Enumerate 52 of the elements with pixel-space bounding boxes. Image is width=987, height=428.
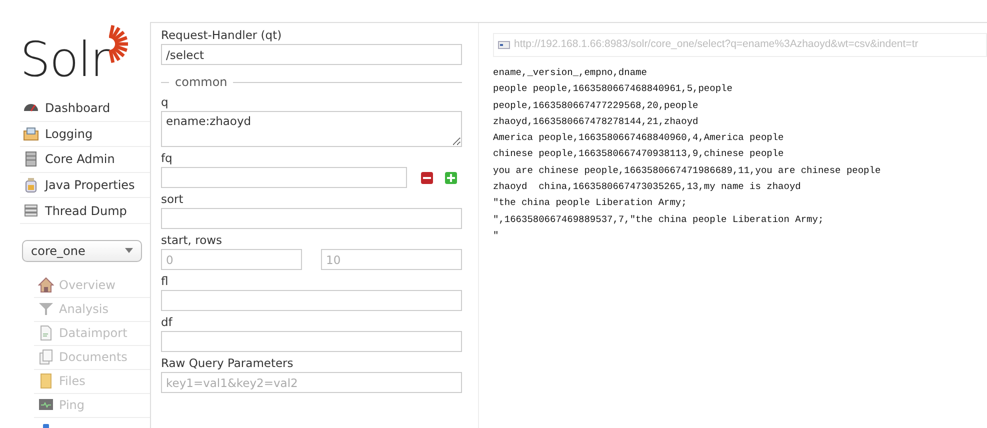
sidebar-item[interactable]: Java Properties [20,172,150,198]
result-line: people people,1663580667468840961,5,people [493,82,734,96]
caret-icon [125,248,133,254]
input-field[interactable]: 0 [161,249,302,270]
core-selector[interactable]: core_one [22,240,142,262]
input-field[interactable]: 10 [321,249,462,270]
sidebar-item[interactable]: Thread Dump [20,198,150,224]
result-line: America people,1663580667468840960,4,America people [493,131,785,146]
add-button[interactable] [445,172,457,184]
sidebar-item[interactable]: Core Admin [20,147,150,173]
field-label: df [161,316,174,329]
stack-icon [23,202,39,219]
section-legend: common [175,73,228,91]
input-field[interactable]: key1=val1&key2=val2 [161,372,462,393]
inbox-icon [23,126,39,142]
input-field[interactable]: /select [161,44,462,65]
field-label: start, rows [161,234,224,247]
plus-icon [447,174,455,182]
jar-icon [23,177,39,194]
field-label: fl [161,275,170,288]
input-field[interactable] [161,331,462,352]
folder-icon [38,373,54,390]
funnel-icon [38,301,54,318]
result-line: ",1663580667469889537,7,"the china people Liberation Army; [493,212,825,227]
logo-text: Solr [20,36,109,84]
window-icon [498,41,510,49]
result-line: people,1663580667477229568,20,people [493,98,700,113]
result-line: you are chinese people,1663580667471986689,11,you are chinese people [493,164,882,178]
result-line: chinese people,1663580667470938113,9,chinese people [493,147,785,162]
logo-sunburst-icon [108,24,129,64]
remove-button[interactable] [421,172,433,184]
field-label: sort [161,193,184,206]
sidebar-item[interactable]: Dashboard [20,96,150,122]
result-line: "the china people Liberation Army; [493,196,688,210]
minus-icon [423,177,431,179]
result-line: zhaoyd china,1663580667473035265,13,my name is zhaoyd [493,180,802,194]
query-textarea[interactable]: ename:zhaoyd [161,111,462,147]
field-label: fq [161,152,174,165]
field-label: Request-Handler (qt) [161,29,283,42]
result-line: " [493,228,500,243]
document-icon [38,325,54,342]
result-line: ename,_version_,empno,dname [493,66,648,80]
server-icon [23,151,39,168]
documents-icon [38,349,54,366]
house-icon [38,277,54,294]
sidebar-item[interactable]: Logging [20,122,150,148]
input-field[interactable] [161,167,407,188]
field-label: Raw Query Parameters [161,357,294,370]
input-field[interactable] [161,290,462,311]
input-field[interactable] [161,208,462,229]
field-label: q [161,96,170,109]
result-line: zhaoyd,1663580667478278144,21,zhaoyd [493,114,700,129]
